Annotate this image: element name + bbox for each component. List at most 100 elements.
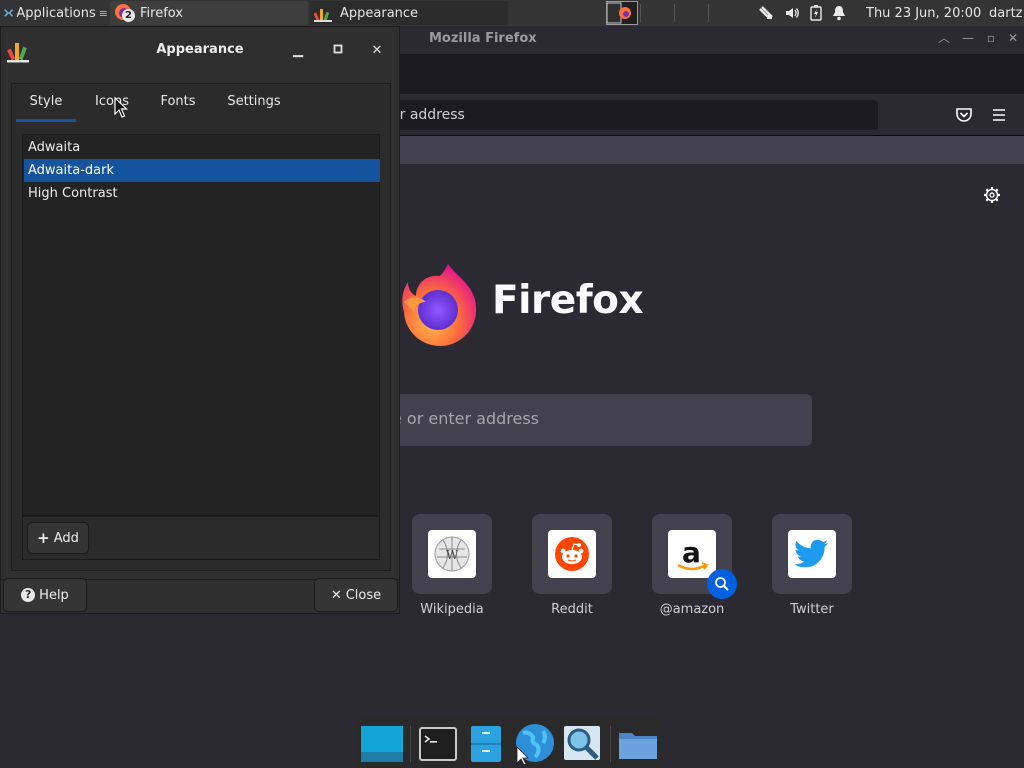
dock-terminal[interactable] [416, 722, 460, 766]
dialog-titlebar[interactable]: Appearance ▁ ✕ [1, 27, 399, 75]
close-x-icon: ✕ [330, 587, 342, 603]
dialog-notebook: Style Icons Fonts Settings Adwaita Adwai… [11, 83, 391, 571]
shortcut-label: Twitter [790, 602, 834, 617]
help-button[interactable]: ? Help [3, 578, 87, 612]
dock-show-desktop[interactable] [360, 722, 404, 766]
new-tab-search-box[interactable]: e or enter address [400, 394, 812, 446]
firefox-close-icon[interactable]: ✕ [1005, 30, 1021, 46]
firefox-titlebar: Mozilla Firefox ︿ — ▫ ✕ [400, 26, 1024, 54]
dock [356, 718, 664, 768]
tab-bar: Style Icons Fonts Settings [12, 84, 390, 122]
globe-browser-icon [516, 724, 554, 765]
help-button-label: Help [39, 587, 69, 603]
firefox-maximize-icon[interactable]: ▫ [983, 30, 999, 46]
firefox-window: Mozilla Firefox ︿ — ▫ ✕ er address Firef… [400, 26, 1024, 768]
top-panel: Applications ≡ 2 Firefox Appearance Thu … [0, 0, 1024, 26]
dock-web-browser[interactable] [512, 722, 556, 766]
theme-list-item[interactable]: Adwaita [24, 136, 380, 159]
shortcut-tile-twitter[interactable]: Twitter [772, 514, 852, 617]
theme-list-item-selected[interactable]: Adwaita-dark [24, 159, 380, 182]
firefox-new-tab-page: Firefox e or enter address W Wikipedia R… [400, 164, 1024, 768]
amazon-icon: a [668, 530, 716, 578]
system-tray [752, 0, 852, 26]
add-button-label: Add [53, 530, 79, 546]
tab-fonts[interactable]: Fonts [150, 84, 206, 122]
appearance-task-icon [314, 9, 332, 22]
taskbar-firefox-button[interactable]: 2 Firefox [110, 1, 308, 25]
theme-list-item[interactable]: High Contrast [24, 182, 380, 205]
shortcut-label: Wikipedia [420, 602, 484, 617]
firefox-url-bar[interactable]: er address [400, 100, 878, 130]
shortcut-tile-wikipedia[interactable]: W Wikipedia [412, 514, 492, 617]
svg-text:W: W [446, 548, 459, 562]
close-icon[interactable]: ✕ [368, 42, 386, 60]
terminal-icon [419, 727, 457, 761]
firefox-tab-strip [400, 54, 1024, 94]
theme-list[interactable]: Adwaita Adwaita-dark High Contrast [22, 134, 380, 516]
dock-file-manager[interactable] [464, 722, 508, 766]
window-count-badge: 2 [122, 9, 135, 22]
shortcut-tile-box [772, 514, 852, 594]
tab-settings[interactable]: Settings [218, 84, 290, 122]
firefox-task-icon: 2 [114, 3, 135, 23]
taskbar-appearance-button[interactable]: Appearance [310, 1, 508, 25]
plus-icon: + [37, 529, 50, 547]
firefox-shade-icon[interactable]: ︿ [936, 30, 952, 46]
wikipedia-icon: W [428, 530, 476, 578]
clock[interactable]: Thu 23 Jun, 20:00 [866, 0, 981, 26]
workspace-4[interactable] [674, 0, 708, 26]
add-theme-button[interactable]: + Add [27, 522, 89, 554]
workspace-window-thumbnail-icon [607, 2, 631, 24]
firefox-bookmarks-bar [400, 136, 1024, 164]
workspace-1[interactable] [574, 0, 606, 26]
xfce-logo-icon [4, 9, 14, 17]
svg-text:a: a [682, 536, 701, 569]
magnifier-search-icon [564, 726, 600, 760]
file-cabinet-icon [471, 726, 501, 762]
close-button[interactable]: ✕ Close [314, 578, 398, 612]
firefox-logo-icon [402, 264, 477, 346]
firefox-window-title: Mozilla Firefox [429, 31, 537, 46]
dock-folder[interactable] [616, 722, 660, 766]
applications-label: Applications [16, 5, 96, 21]
search-placeholder: e or enter address [400, 409, 540, 428]
folder-icon [619, 733, 657, 759]
tab-style[interactable]: Style [16, 84, 76, 122]
battery-charging-icon[interactable] [810, 5, 822, 21]
reddit-icon [548, 530, 596, 578]
network-disconnected-icon[interactable] [758, 5, 774, 21]
twitter-icon [788, 530, 836, 578]
firefox-minimize-icon[interactable]: — [960, 30, 976, 46]
url-bar-placeholder: er address [400, 107, 465, 123]
workspace-3[interactable] [640, 0, 674, 26]
shortcut-tile-reddit[interactable]: Reddit [532, 514, 612, 617]
close-button-label: Close [345, 587, 382, 603]
search-shortcut-badge-icon [707, 569, 737, 599]
notifications-bell-icon[interactable] [832, 5, 846, 21]
gear-icon[interactable] [983, 186, 1001, 204]
pocket-icon[interactable] [955, 106, 973, 124]
dock-app-finder[interactable] [560, 722, 604, 766]
applications-extra-glyph: ≡ [98, 6, 108, 20]
applications-menu-button[interactable]: Applications ≡ [0, 0, 108, 26]
workspace-separator [708, 4, 709, 22]
user-menu[interactable]: dartz [989, 0, 1022, 26]
taskbar-appearance-label: Appearance [340, 5, 419, 21]
shortcut-tile-box [532, 514, 612, 594]
volume-icon[interactable] [784, 5, 800, 21]
taskbar-firefox-label: Firefox [140, 5, 184, 21]
tab-icons[interactable]: Icons [84, 84, 140, 122]
workspace-2[interactable] [606, 1, 638, 25]
dock-separator [410, 726, 411, 762]
firefox-wordmark: Firefox [492, 278, 644, 323]
show-desktop-icon [361, 726, 403, 762]
theme-list-toolbar: + Add [22, 516, 380, 560]
maximize-icon[interactable] [329, 42, 347, 60]
shortcut-tile-amazon[interactable]: a @amazon [652, 514, 737, 617]
hamburger-menu-icon[interactable] [991, 107, 1007, 123]
mouse-pointer-icon [114, 97, 128, 118]
shortcut-tile-box: a [652, 514, 737, 599]
minimize-icon[interactable]: ▁ [289, 42, 307, 60]
shortcut-label: @amazon [659, 602, 725, 617]
shortcut-label: Reddit [551, 602, 593, 617]
